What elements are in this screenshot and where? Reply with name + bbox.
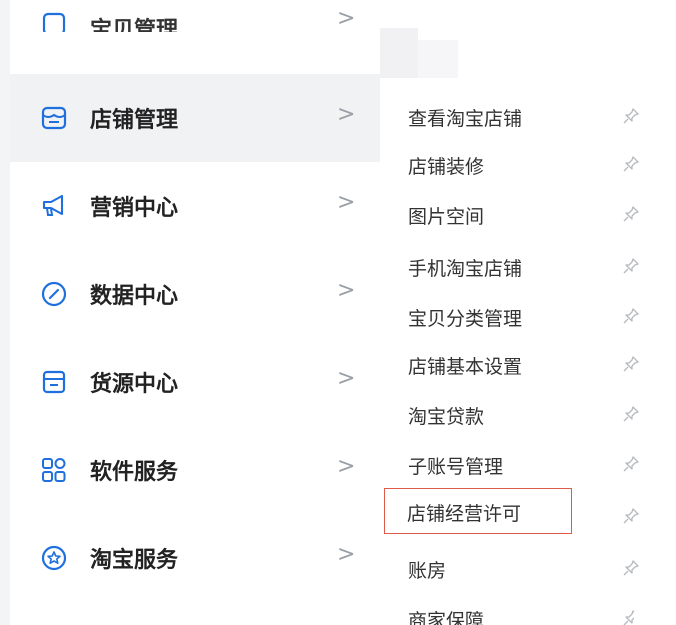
chevron-right-icon: > [337, 454, 356, 479]
menu-item-label: 淘宝服务 [90, 548, 179, 573]
store-icon [41, 106, 67, 130]
menu-item-label: 店铺管理 [90, 108, 179, 133]
megaphone-icon [42, 194, 64, 216]
chevron-right-icon: > [337, 366, 356, 391]
pin-icon[interactable] [621, 608, 634, 625]
pin-icon[interactable] [621, 558, 641, 578]
pin-icon[interactable] [621, 306, 641, 326]
submenu-item-label: 查看淘宝店铺 [408, 108, 523, 130]
submenu-item-label: 店铺基本设置 [408, 356, 523, 378]
right-edge-strip [662, 0, 676, 625]
scroll-indicator [380, 28, 418, 78]
chevron-right-icon: > [337, 102, 356, 127]
menu-item-dianpu[interactable]: 店铺管理 > [10, 88, 380, 148]
menu-item-baobei[interactable]: 宝贝管理 > [10, 0, 380, 32]
submenu-item[interactable]: 查看淘宝店铺 [384, 100, 639, 134]
submenu-item[interactable]: 子账号管理 [384, 448, 639, 482]
menu-item-label: 货源中心 [90, 372, 179, 397]
submenu-item-label: 手机淘宝店铺 [408, 258, 523, 280]
submenu-item-label: 图片空间 [408, 206, 485, 228]
submenu-item[interactable]: 手机淘宝店铺 [384, 250, 639, 284]
menu-item-shuju[interactable]: 数据中心 > [10, 264, 380, 324]
submenu-item-label: 账房 [408, 560, 447, 582]
submenu-item[interactable]: 淘宝贷款 [384, 398, 639, 432]
pin-icon[interactable] [621, 204, 641, 224]
submenu-item[interactable]: 商家保障 [384, 602, 634, 625]
menu-item-label: 软件服务 [90, 460, 179, 485]
pin-icon[interactable] [621, 404, 641, 424]
menu-item-label: 数据中心 [90, 284, 179, 309]
submenu-item-label: 店铺装修 [408, 156, 485, 178]
submenu-item-label: 商家保障 [408, 610, 485, 625]
scroll-indicator-shadow [418, 40, 458, 78]
submenu-item[interactable]: 账房 [384, 552, 639, 586]
apps-grid-icon [42, 458, 66, 482]
chevron-right-icon: > [337, 190, 356, 215]
chevron-right-icon: > [337, 6, 356, 31]
pin-icon[interactable] [621, 106, 641, 126]
pin-icon[interactable] [621, 354, 641, 374]
submenu-item-label: 宝贝分类管理 [408, 308, 523, 330]
pin-icon[interactable] [621, 256, 641, 276]
menu-item-yingxiao[interactable]: 营销中心 > [10, 176, 380, 236]
chevron-right-icon: > [337, 542, 356, 567]
menu-item-taobao[interactable]: 淘宝服务 > [10, 528, 380, 588]
submenu-item-label: 店铺经营许可 [407, 503, 522, 525]
compass-icon [41, 281, 67, 307]
menu-item-label: 宝贝管理 [90, 18, 179, 32]
star-badge-icon [41, 545, 67, 571]
goods-icon [42, 12, 66, 32]
left-edge-strip [0, 0, 10, 625]
submenu-item-highlighted[interactable]: 店铺经营许可 [384, 488, 572, 534]
pin-icon[interactable] [621, 154, 641, 174]
box-icon [42, 370, 66, 394]
submenu-item-label: 子账号管理 [408, 456, 504, 478]
menu-item-huoyuan[interactable]: 货源中心 > [10, 352, 380, 412]
pin-icon[interactable] [621, 454, 641, 474]
submenu-item-label: 淘宝贷款 [408, 406, 485, 428]
submenu-item[interactable]: 宝贝分类管理 [384, 300, 639, 334]
menu-item-label: 营销中心 [90, 196, 179, 221]
submenu-item[interactable]: 店铺基本设置 [384, 348, 639, 382]
menu-item-ruanjian[interactable]: 软件服务 > [10, 440, 380, 500]
pin-icon[interactable] [621, 506, 641, 526]
submenu-item[interactable]: 图片空间 [384, 198, 639, 232]
submenu-item[interactable]: 店铺装修 [384, 148, 639, 182]
chevron-right-icon: > [337, 278, 356, 303]
